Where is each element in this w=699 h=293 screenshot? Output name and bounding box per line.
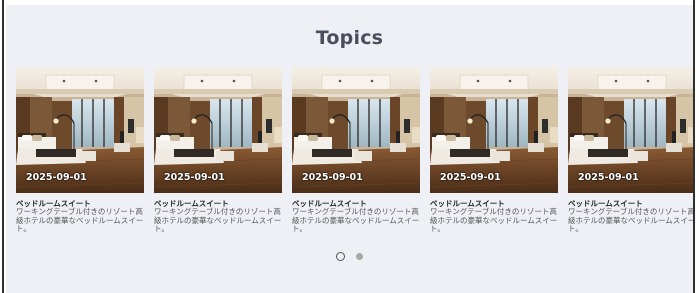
carousel-pagination	[6, 246, 693, 261]
card-date: 2025-09-01	[578, 172, 639, 183]
card-image[interactable]: 2025-09-01	[568, 67, 693, 193]
card-description: ワーキングテーブル付きのリゾート高級ホテルの豪華なベッドルームスイート。	[568, 207, 693, 233]
right-frame-edge	[693, 0, 699, 293]
card-date: 2025-09-01	[26, 172, 87, 183]
topic-card[interactable]: 2025-09-01 ベッドルームスイート ワーキングテーブル付きのリゾート高級…	[16, 67, 144, 234]
topic-card[interactable]: 2025-09-01 ベッドルームスイート ワーキングテーブル付きのリゾート高級…	[154, 67, 282, 234]
card-date: 2025-09-01	[302, 172, 363, 183]
card-date: 2025-09-01	[440, 172, 501, 183]
topic-card[interactable]: 2025-09-01 ベッドルームスイート ワーキングテーブル付きのリゾート高級…	[292, 67, 420, 234]
topics-section: Topics 2025-09-01 ベッドルームスイート ワーキングテーブル付き…	[6, 5, 693, 293]
card-image[interactable]: 2025-09-01	[430, 67, 558, 193]
topic-card[interactable]: 2025-09-01 ベッドルームスイート ワーキングテーブル付きのリゾート高級…	[430, 67, 558, 234]
section-title: Topics	[315, 27, 384, 49]
card-description: ワーキングテーブル付きのリゾート高級ホテルの豪華なベッドルームスイート。	[16, 207, 144, 233]
card-description: ワーキングテーブル付きのリゾート高級ホテルの豪華なベッドルームスイート。	[292, 207, 420, 233]
card-date: 2025-09-01	[164, 172, 225, 183]
card-image[interactable]: 2025-09-01	[16, 67, 144, 193]
card-description: ワーキングテーブル付きのリゾート高級ホテルの豪華なベッドルームスイート。	[154, 207, 282, 233]
left-frame-edge	[0, 0, 4, 293]
topic-card[interactable]: 2025-09-01 ベッドルームスイート ワーキングテーブル付きのリゾート高級…	[568, 67, 693, 234]
card-image[interactable]: 2025-09-01	[154, 67, 282, 193]
pagination-dot[interactable]	[356, 253, 364, 260]
topics-carousel[interactable]: 2025-09-01 ベッドルームスイート ワーキングテーブル付きのリゾート高級…	[6, 67, 693, 247]
pagination-dot-active[interactable]	[335, 252, 345, 261]
card-description: ワーキングテーブル付きのリゾート高級ホテルの豪華なベッドルームスイート。	[430, 207, 558, 233]
card-image[interactable]: 2025-09-01	[292, 67, 420, 193]
